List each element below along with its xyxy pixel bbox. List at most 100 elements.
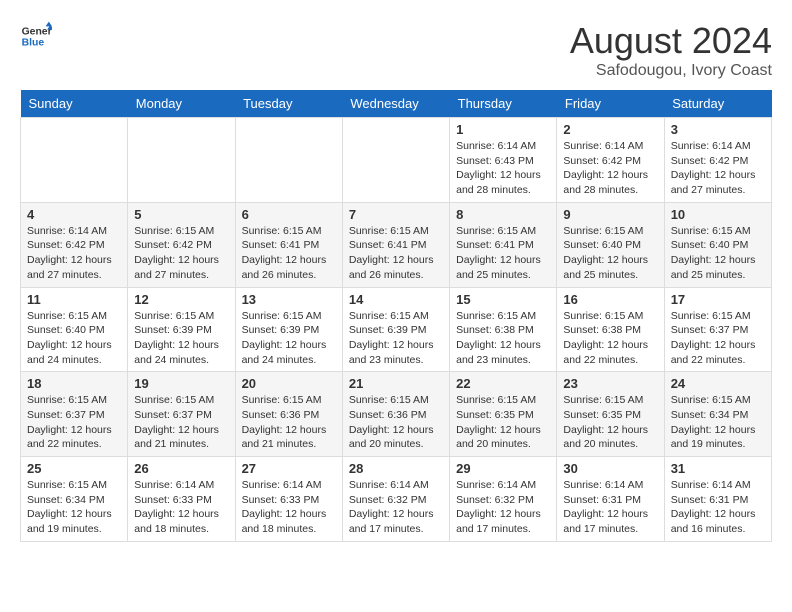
header-tuesday: Tuesday — [235, 90, 342, 118]
day-info: Sunrise: 6:15 AM Sunset: 6:34 PM Dayligh… — [671, 393, 765, 452]
day-info: Sunrise: 6:15 AM Sunset: 6:40 PM Dayligh… — [27, 309, 121, 368]
day-info: Sunrise: 6:15 AM Sunset: 6:40 PM Dayligh… — [563, 224, 657, 283]
table-row: 22 Sunrise: 6:15 AM Sunset: 6:35 PM Dayli… — [450, 372, 557, 457]
table-row: 23Sunrise: 6:15 AM Sunset: 6:35 PM Dayli… — [557, 372, 664, 457]
day-number: 23 — [563, 376, 657, 391]
table-row: 15 Sunrise: 6:15 AM Sunset: 6:38 PM Dayli… — [450, 287, 557, 372]
day-info: Sunrise: 6:14 AM Sunset: 6:33 PM Dayligh… — [134, 478, 228, 537]
day-number: 29 — [456, 461, 550, 476]
day-number: 11 — [27, 292, 121, 307]
day-number: 27 — [242, 461, 336, 476]
header-monday: Monday — [128, 90, 235, 118]
table-row: 20 Sunrise: 6:15 AM Sunset: 6:36 PM Dayli… — [235, 372, 342, 457]
day-number: 7 — [349, 207, 443, 222]
day-number: 18 — [27, 376, 121, 391]
day-number: 8 — [456, 207, 550, 222]
day-number: 15 — [456, 292, 550, 307]
day-number: 1 — [456, 122, 550, 137]
days-header-row: Sunday Monday Tuesday Wednesday Thursday… — [21, 90, 772, 118]
day-number: 2 — [563, 122, 657, 137]
day-number: 31 — [671, 461, 765, 476]
day-number: 21 — [349, 376, 443, 391]
week-row-5: 25 Sunrise: 6:15 AM Sunset: 6:34 PM Dayli… — [21, 457, 772, 542]
week-row-4: 18 Sunrise: 6:15 AM Sunset: 6:37 PM Dayli… — [21, 372, 772, 457]
table-row — [21, 118, 128, 203]
header-friday: Friday — [557, 90, 664, 118]
table-row: 19 Sunrise: 6:15 AM Sunset: 6:37 PM Dayli… — [128, 372, 235, 457]
day-info: Sunrise: 6:15 AM Sunset: 6:42 PM Dayligh… — [134, 224, 228, 283]
table-row: 4Sunrise: 6:14 AM Sunset: 6:42 PM Daylig… — [21, 202, 128, 287]
day-number: 19 — [134, 376, 228, 391]
svg-text:General: General — [22, 26, 52, 37]
day-number: 28 — [349, 461, 443, 476]
table-row: 30Sunrise: 6:14 AM Sunset: 6:31 PM Dayli… — [557, 457, 664, 542]
table-row: 14 Sunrise: 6:15 AM Sunset: 6:39 PM Dayli… — [342, 287, 449, 372]
header: General Blue August 2024 Safodougou, Ivo… — [20, 20, 772, 80]
day-info: Sunrise: 6:15 AM Sunset: 6:36 PM Dayligh… — [349, 393, 443, 452]
day-info: Sunrise: 6:14 AM Sunset: 6:42 PM Dayligh… — [27, 224, 121, 283]
calendar-table: Sunday Monday Tuesday Wednesday Thursday… — [20, 90, 772, 542]
day-number: 30 — [563, 461, 657, 476]
day-info: Sunrise: 6:14 AM Sunset: 6:43 PM Dayligh… — [456, 139, 550, 198]
main-title: August 2024 — [570, 20, 772, 62]
day-number: 24 — [671, 376, 765, 391]
day-info: Sunrise: 6:15 AM Sunset: 6:39 PM Dayligh… — [349, 309, 443, 368]
table-row: 26 Sunrise: 6:14 AM Sunset: 6:33 PM Dayli… — [128, 457, 235, 542]
day-number: 6 — [242, 207, 336, 222]
day-info: Sunrise: 6:14 AM Sunset: 6:31 PM Dayligh… — [671, 478, 765, 537]
table-row — [342, 118, 449, 203]
table-row: 27Sunrise: 6:14 AM Sunset: 6:33 PM Dayli… — [235, 457, 342, 542]
day-number: 17 — [671, 292, 765, 307]
table-row: 7 Sunrise: 6:15 AM Sunset: 6:41 PM Daylig… — [342, 202, 449, 287]
day-info: Sunrise: 6:14 AM Sunset: 6:42 PM Dayligh… — [563, 139, 657, 198]
table-row: 11 Sunrise: 6:15 AM Sunset: 6:40 PM Dayli… — [21, 287, 128, 372]
table-row: 8 Sunrise: 6:15 AM Sunset: 6:41 PM Daylig… — [450, 202, 557, 287]
table-row: 13 Sunrise: 6:15 AM Sunset: 6:39 PM Dayli… — [235, 287, 342, 372]
day-info: Sunrise: 6:15 AM Sunset: 6:37 PM Dayligh… — [27, 393, 121, 452]
day-info: Sunrise: 6:15 AM Sunset: 6:37 PM Dayligh… — [134, 393, 228, 452]
day-number: 26 — [134, 461, 228, 476]
day-number: 9 — [563, 207, 657, 222]
table-row: 31 Sunrise: 6:14 AM Sunset: 6:31 PM Dayli… — [664, 457, 771, 542]
day-info: Sunrise: 6:15 AM Sunset: 6:37 PM Dayligh… — [671, 309, 765, 368]
header-thursday: Thursday — [450, 90, 557, 118]
day-info: Sunrise: 6:15 AM Sunset: 6:39 PM Dayligh… — [242, 309, 336, 368]
table-row: 5Sunrise: 6:15 AM Sunset: 6:42 PM Daylig… — [128, 202, 235, 287]
week-row-2: 4Sunrise: 6:14 AM Sunset: 6:42 PM Daylig… — [21, 202, 772, 287]
table-row: 17 Sunrise: 6:15 AM Sunset: 6:37 PM Dayli… — [664, 287, 771, 372]
day-info: Sunrise: 6:15 AM Sunset: 6:39 PM Dayligh… — [134, 309, 228, 368]
day-number: 13 — [242, 292, 336, 307]
day-info: Sunrise: 6:14 AM Sunset: 6:32 PM Dayligh… — [349, 478, 443, 537]
day-info: Sunrise: 6:15 AM Sunset: 6:38 PM Dayligh… — [456, 309, 550, 368]
day-number: 20 — [242, 376, 336, 391]
week-row-1: 1 Sunrise: 6:14 AM Sunset: 6:43 PM Daylig… — [21, 118, 772, 203]
table-row: 9 Sunrise: 6:15 AM Sunset: 6:40 PM Daylig… — [557, 202, 664, 287]
day-number: 22 — [456, 376, 550, 391]
logo: General Blue — [20, 20, 52, 52]
header-sunday: Sunday — [21, 90, 128, 118]
table-row: 12 Sunrise: 6:15 AM Sunset: 6:39 PM Dayli… — [128, 287, 235, 372]
day-info: Sunrise: 6:15 AM Sunset: 6:41 PM Dayligh… — [456, 224, 550, 283]
title-area: August 2024 Safodougou, Ivory Coast — [570, 20, 772, 80]
day-number: 3 — [671, 122, 765, 137]
day-info: Sunrise: 6:15 AM Sunset: 6:35 PM Dayligh… — [456, 393, 550, 452]
table-row: 28 Sunrise: 6:14 AM Sunset: 6:32 PM Dayli… — [342, 457, 449, 542]
day-info: Sunrise: 6:15 AM Sunset: 6:34 PM Dayligh… — [27, 478, 121, 537]
day-number: 25 — [27, 461, 121, 476]
table-row: 29 Sunrise: 6:14 AM Sunset: 6:32 PM Dayli… — [450, 457, 557, 542]
day-info: Sunrise: 6:15 AM Sunset: 6:41 PM Dayligh… — [242, 224, 336, 283]
day-number: 12 — [134, 292, 228, 307]
table-row: 25 Sunrise: 6:15 AM Sunset: 6:34 PM Dayli… — [21, 457, 128, 542]
day-info: Sunrise: 6:15 AM Sunset: 6:41 PM Dayligh… — [349, 224, 443, 283]
day-info: Sunrise: 6:14 AM Sunset: 6:42 PM Dayligh… — [671, 139, 765, 198]
table-row: 3 Sunrise: 6:14 AM Sunset: 6:42 PM Daylig… — [664, 118, 771, 203]
day-info: Sunrise: 6:15 AM Sunset: 6:36 PM Dayligh… — [242, 393, 336, 452]
subtitle: Safodougou, Ivory Coast — [570, 62, 772, 80]
day-number: 14 — [349, 292, 443, 307]
day-info: Sunrise: 6:14 AM Sunset: 6:32 PM Dayligh… — [456, 478, 550, 537]
table-row: 6 Sunrise: 6:15 AM Sunset: 6:41 PM Daylig… — [235, 202, 342, 287]
table-row — [235, 118, 342, 203]
table-row: 18 Sunrise: 6:15 AM Sunset: 6:37 PM Dayli… — [21, 372, 128, 457]
week-row-3: 11 Sunrise: 6:15 AM Sunset: 6:40 PM Dayli… — [21, 287, 772, 372]
table-row — [128, 118, 235, 203]
